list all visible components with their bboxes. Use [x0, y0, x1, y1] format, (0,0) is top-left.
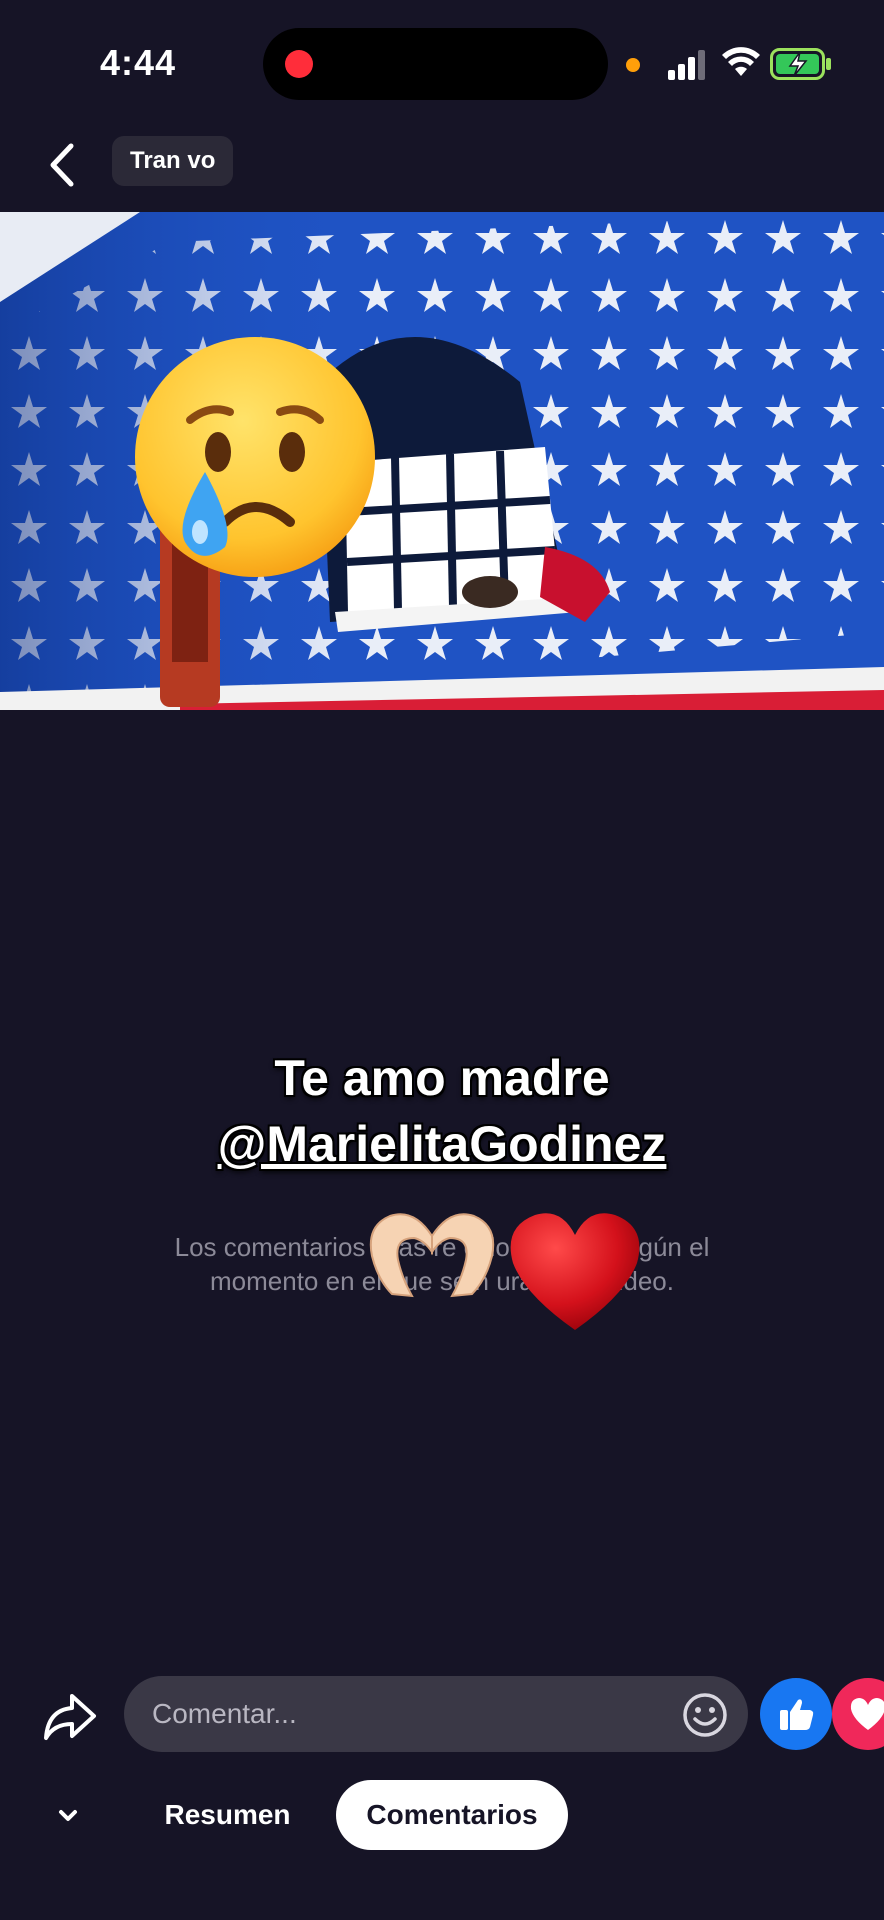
caption-mention-link[interactable]: @MarielitaGodinez — [0, 1111, 884, 1177]
top-bar: Tran vo — [0, 120, 884, 212]
thumbs-up-icon — [780, 1699, 814, 1730]
crying-face-emoji-icon — [135, 337, 375, 577]
status-bar: 4:44 — [0, 0, 884, 120]
dynamic-island — [263, 28, 608, 100]
status-time: 4:44 — [100, 42, 177, 83]
recording-indicator-icon — [285, 50, 313, 78]
caption-text: Te amo madre — [274, 1050, 610, 1106]
comment-composer-row — [0, 1672, 884, 1758]
cellular-signal-icon — [668, 50, 705, 80]
comment-input-container — [124, 1676, 748, 1752]
tab-comments[interactable]: Comentarios — [336, 1780, 568, 1850]
collapse-button[interactable] — [48, 1796, 88, 1836]
red-heart-emoji-icon — [510, 1213, 640, 1330]
video-player[interactable] — [0, 212, 884, 710]
back-button[interactable] — [34, 132, 90, 198]
battery-charging-icon — [770, 48, 831, 80]
tab-summary[interactable]: Resumen — [140, 1780, 315, 1850]
microphone-indicator-icon — [626, 58, 640, 72]
wifi-icon — [722, 47, 760, 76]
bottom-tabs: Resumen Comentarios — [0, 1778, 884, 1852]
heart-hands-emoji-icon — [369, 1213, 495, 1298]
share-button[interactable] — [40, 1688, 100, 1744]
live-title: Tran vo — [112, 136, 234, 186]
chevron-left-icon — [50, 143, 74, 187]
emoji-picker-button[interactable] — [682, 1692, 728, 1738]
like-reaction-button[interactable] — [760, 1678, 832, 1750]
heart-icon — [850, 1698, 884, 1730]
love-reaction-button[interactable] — [832, 1678, 884, 1750]
comment-input[interactable] — [150, 1697, 668, 1731]
video-caption: Te amo madre @MarielitaGodinez — [0, 1045, 884, 1177]
